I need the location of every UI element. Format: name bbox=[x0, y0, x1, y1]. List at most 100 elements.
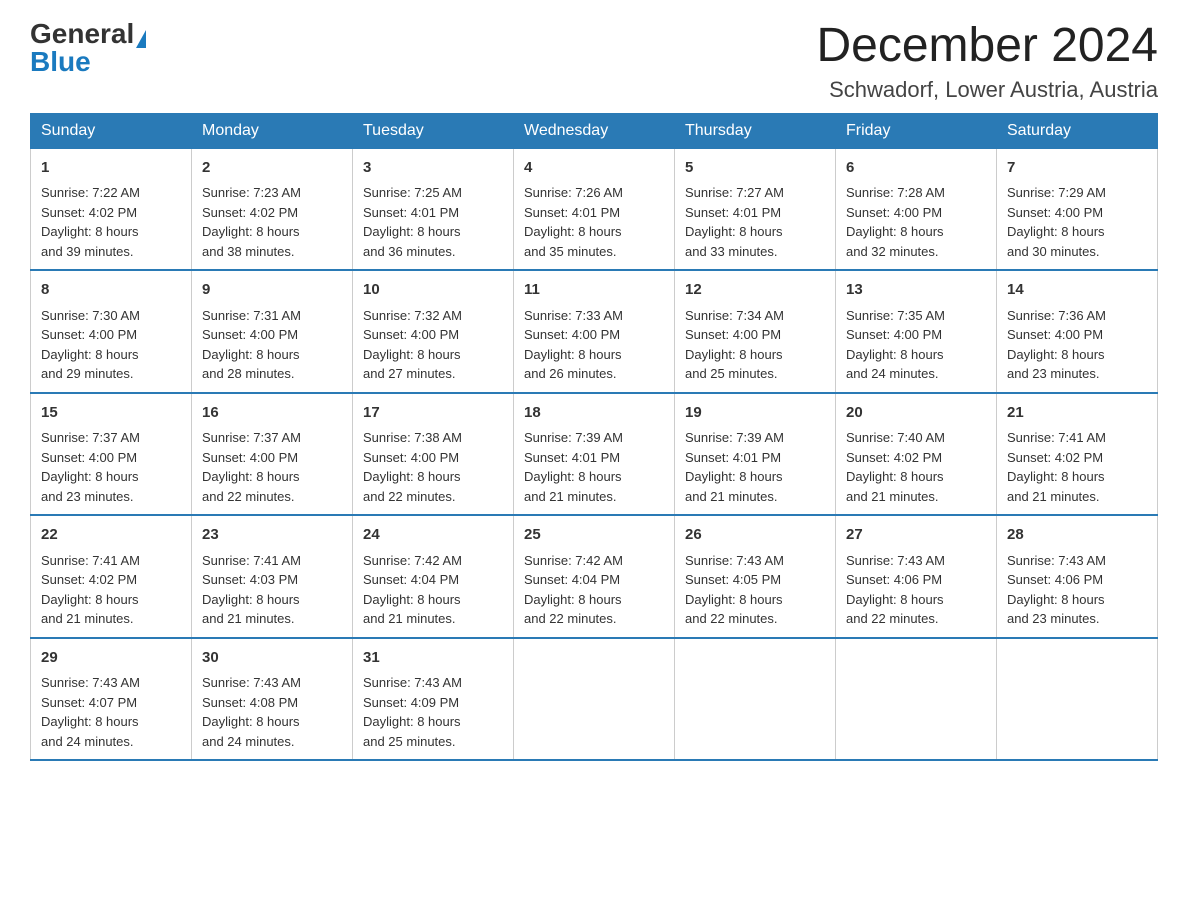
daylight-text: Daylight: 8 hoursand 39 minutes. bbox=[41, 224, 139, 259]
day-number: 23 bbox=[202, 524, 342, 547]
sunset-text: Sunset: 4:01 PM bbox=[363, 205, 459, 220]
sunset-text: Sunset: 4:00 PM bbox=[846, 205, 942, 220]
sunset-text: Sunset: 4:07 PM bbox=[41, 695, 137, 710]
sunrise-text: Sunrise: 7:39 AM bbox=[524, 430, 623, 445]
sunrise-text: Sunrise: 7:43 AM bbox=[685, 553, 784, 568]
daylight-text: Daylight: 8 hoursand 24 minutes. bbox=[846, 347, 944, 382]
calendar-body: 1Sunrise: 7:22 AMSunset: 4:02 PMDaylight… bbox=[31, 148, 1158, 760]
calendar-cell: 7Sunrise: 7:29 AMSunset: 4:00 PMDaylight… bbox=[997, 148, 1158, 270]
sunset-text: Sunset: 4:02 PM bbox=[846, 450, 942, 465]
col-sunday: Sunday bbox=[31, 113, 192, 148]
day-number: 9 bbox=[202, 279, 342, 302]
day-number: 8 bbox=[41, 279, 181, 302]
day-number: 6 bbox=[846, 157, 986, 180]
sunrise-text: Sunrise: 7:33 AM bbox=[524, 308, 623, 323]
sunrise-text: Sunrise: 7:36 AM bbox=[1007, 308, 1106, 323]
sunset-text: Sunset: 4:03 PM bbox=[202, 572, 298, 587]
col-tuesday: Tuesday bbox=[353, 113, 514, 148]
daylight-text: Daylight: 8 hoursand 22 minutes. bbox=[524, 592, 622, 627]
sunset-text: Sunset: 4:09 PM bbox=[363, 695, 459, 710]
calendar-cell: 21Sunrise: 7:41 AMSunset: 4:02 PMDayligh… bbox=[997, 393, 1158, 516]
calendar-cell: 24 Sunrise: 7:42 AM Sunset: 4:04 PM Dayligh… bbox=[353, 515, 514, 638]
daylight-text: Daylight: 8 hoursand 27 minutes. bbox=[363, 347, 461, 382]
sunrise-text: Sunrise: 7:42 AM bbox=[363, 553, 462, 568]
sunrise-text: Sunrise: 7:30 AM bbox=[41, 308, 140, 323]
logo-general-text: General bbox=[30, 18, 134, 49]
sunset-text: Sunset: 4:04 PM bbox=[524, 572, 620, 587]
calendar-cell: 16Sunrise: 7:37 AMSunset: 4:00 PMDayligh… bbox=[192, 393, 353, 516]
col-monday: Monday bbox=[192, 113, 353, 148]
daylight-text: Daylight: 8 hoursand 21 minutes. bbox=[41, 592, 139, 627]
day-number: 22 bbox=[41, 524, 181, 547]
day-number: 7 bbox=[1007, 157, 1147, 180]
day-number: 30 bbox=[202, 647, 342, 670]
sunrise-text: Sunrise: 7:41 AM bbox=[202, 553, 301, 568]
sunset-text: Sunset: 4:00 PM bbox=[846, 327, 942, 342]
day-number: 21 bbox=[1007, 402, 1147, 425]
logo: General Blue bbox=[30, 20, 146, 76]
calendar-cell: 27Sunrise: 7:43 AMSunset: 4:06 PMDayligh… bbox=[836, 515, 997, 638]
logo-blue-text: Blue bbox=[30, 46, 91, 77]
calendar-cell: 14Sunrise: 7:36 AMSunset: 4:00 PMDayligh… bbox=[997, 270, 1158, 393]
daylight-text: Daylight: 8 hoursand 21 minutes. bbox=[363, 592, 461, 627]
sunset-text: Sunset: 4:00 PM bbox=[202, 327, 298, 342]
calendar-cell: 29Sunrise: 7:43 AMSunset: 4:07 PMDayligh… bbox=[31, 638, 192, 761]
calendar-cell: 20Sunrise: 7:40 AMSunset: 4:02 PMDayligh… bbox=[836, 393, 997, 516]
sunrise-text: Sunrise: 7:41 AM bbox=[1007, 430, 1106, 445]
sunset-text: Sunset: 4:06 PM bbox=[846, 572, 942, 587]
col-friday: Friday bbox=[836, 113, 997, 148]
daylight-text: Daylight: 8 hoursand 25 minutes. bbox=[685, 347, 783, 382]
day-number: 26 bbox=[685, 524, 825, 547]
sunrise-text: Sunrise: 7:43 AM bbox=[1007, 553, 1106, 568]
calendar-table: Sunday Monday Tuesday Wednesday Thursday… bbox=[30, 113, 1158, 762]
logo-triangle-icon bbox=[136, 30, 146, 48]
sunset-text: Sunset: 4:04 PM bbox=[363, 572, 459, 587]
calendar-cell: 8Sunrise: 7:30 AMSunset: 4:00 PMDaylight… bbox=[31, 270, 192, 393]
calendar-week-4: 22Sunrise: 7:41 AMSunset: 4:02 PMDayligh… bbox=[31, 515, 1158, 638]
calendar-cell bbox=[514, 638, 675, 761]
logo-top: General bbox=[30, 20, 146, 48]
sunset-text: Sunset: 4:01 PM bbox=[524, 450, 620, 465]
calendar-cell: 15Sunrise: 7:37 AMSunset: 4:00 PMDayligh… bbox=[31, 393, 192, 516]
daylight-text: Daylight: 8 hoursand 22 minutes. bbox=[846, 592, 944, 627]
day-number: 2 bbox=[202, 157, 342, 180]
calendar-cell: 1Sunrise: 7:22 AMSunset: 4:02 PMDaylight… bbox=[31, 148, 192, 270]
calendar-cell: 4Sunrise: 7:26 AMSunset: 4:01 PMDaylight… bbox=[514, 148, 675, 270]
calendar-cell: 18Sunrise: 7:39 AMSunset: 4:01 PMDayligh… bbox=[514, 393, 675, 516]
sunrise-text: Sunrise: 7:40 AM bbox=[846, 430, 945, 445]
calendar-cell: 23 Sunrise: 7:41 AM Sunset: 4:03 PM Dayligh… bbox=[192, 515, 353, 638]
daylight-text: Daylight: 8 hoursand 30 minutes. bbox=[1007, 224, 1105, 259]
calendar-cell: 19Sunrise: 7:39 AMSunset: 4:01 PMDayligh… bbox=[675, 393, 836, 516]
daylight-text: Daylight: 8 hoursand 21 minutes. bbox=[202, 592, 300, 627]
day-number: 4 bbox=[524, 157, 664, 180]
header-row: Sunday Monday Tuesday Wednesday Thursday… bbox=[31, 113, 1158, 148]
sunrise-text: Sunrise: 7:32 AM bbox=[363, 308, 462, 323]
day-number: 20 bbox=[846, 402, 986, 425]
daylight-text: Daylight: 8 hoursand 22 minutes. bbox=[202, 469, 300, 504]
calendar-cell: 25Sunrise: 7:42 AMSunset: 4:04 PMDayligh… bbox=[514, 515, 675, 638]
day-number: 31 bbox=[363, 647, 503, 670]
day-number: 12 bbox=[685, 279, 825, 302]
calendar-cell bbox=[836, 638, 997, 761]
day-number: 10 bbox=[363, 279, 503, 302]
daylight-text: Daylight: 8 hoursand 26 minutes. bbox=[524, 347, 622, 382]
location-text: Schwadorf, Lower Austria, Austria bbox=[816, 77, 1158, 103]
sunrise-text: Sunrise: 7:42 AM bbox=[524, 553, 623, 568]
day-number: 18 bbox=[524, 402, 664, 425]
col-saturday: Saturday bbox=[997, 113, 1158, 148]
sunrise-text: Sunrise: 7:28 AM bbox=[846, 185, 945, 200]
day-number: 24 bbox=[363, 524, 503, 547]
sunset-text: Sunset: 4:00 PM bbox=[202, 450, 298, 465]
calendar-cell bbox=[675, 638, 836, 761]
calendar-week-2: 8 Sunrise: 7:30 AM Sunset: 4:00 PM Daylight… bbox=[31, 270, 1158, 393]
sunrise-text: Sunrise: 7:23 AM bbox=[202, 185, 301, 200]
sunset-text: Sunset: 4:01 PM bbox=[685, 450, 781, 465]
calendar-week-5: 29Sunrise: 7:43 AMSunset: 4:07 PMDayligh… bbox=[31, 638, 1158, 761]
sunrise-text: Sunrise: 7:25 AM bbox=[363, 185, 462, 200]
daylight-text: Daylight: 8 hoursand 38 minutes. bbox=[202, 224, 300, 259]
daylight-text: Daylight: 8 hoursand 23 minutes. bbox=[1007, 347, 1105, 382]
calendar-cell: 17Sunrise: 7:38 AMSunset: 4:00 PMDayligh… bbox=[353, 393, 514, 516]
sunset-text: Sunset: 4:00 PM bbox=[1007, 327, 1103, 342]
day-number: 19 bbox=[685, 402, 825, 425]
calendar-week-3: 15Sunrise: 7:37 AMSunset: 4:00 PMDayligh… bbox=[31, 393, 1158, 516]
